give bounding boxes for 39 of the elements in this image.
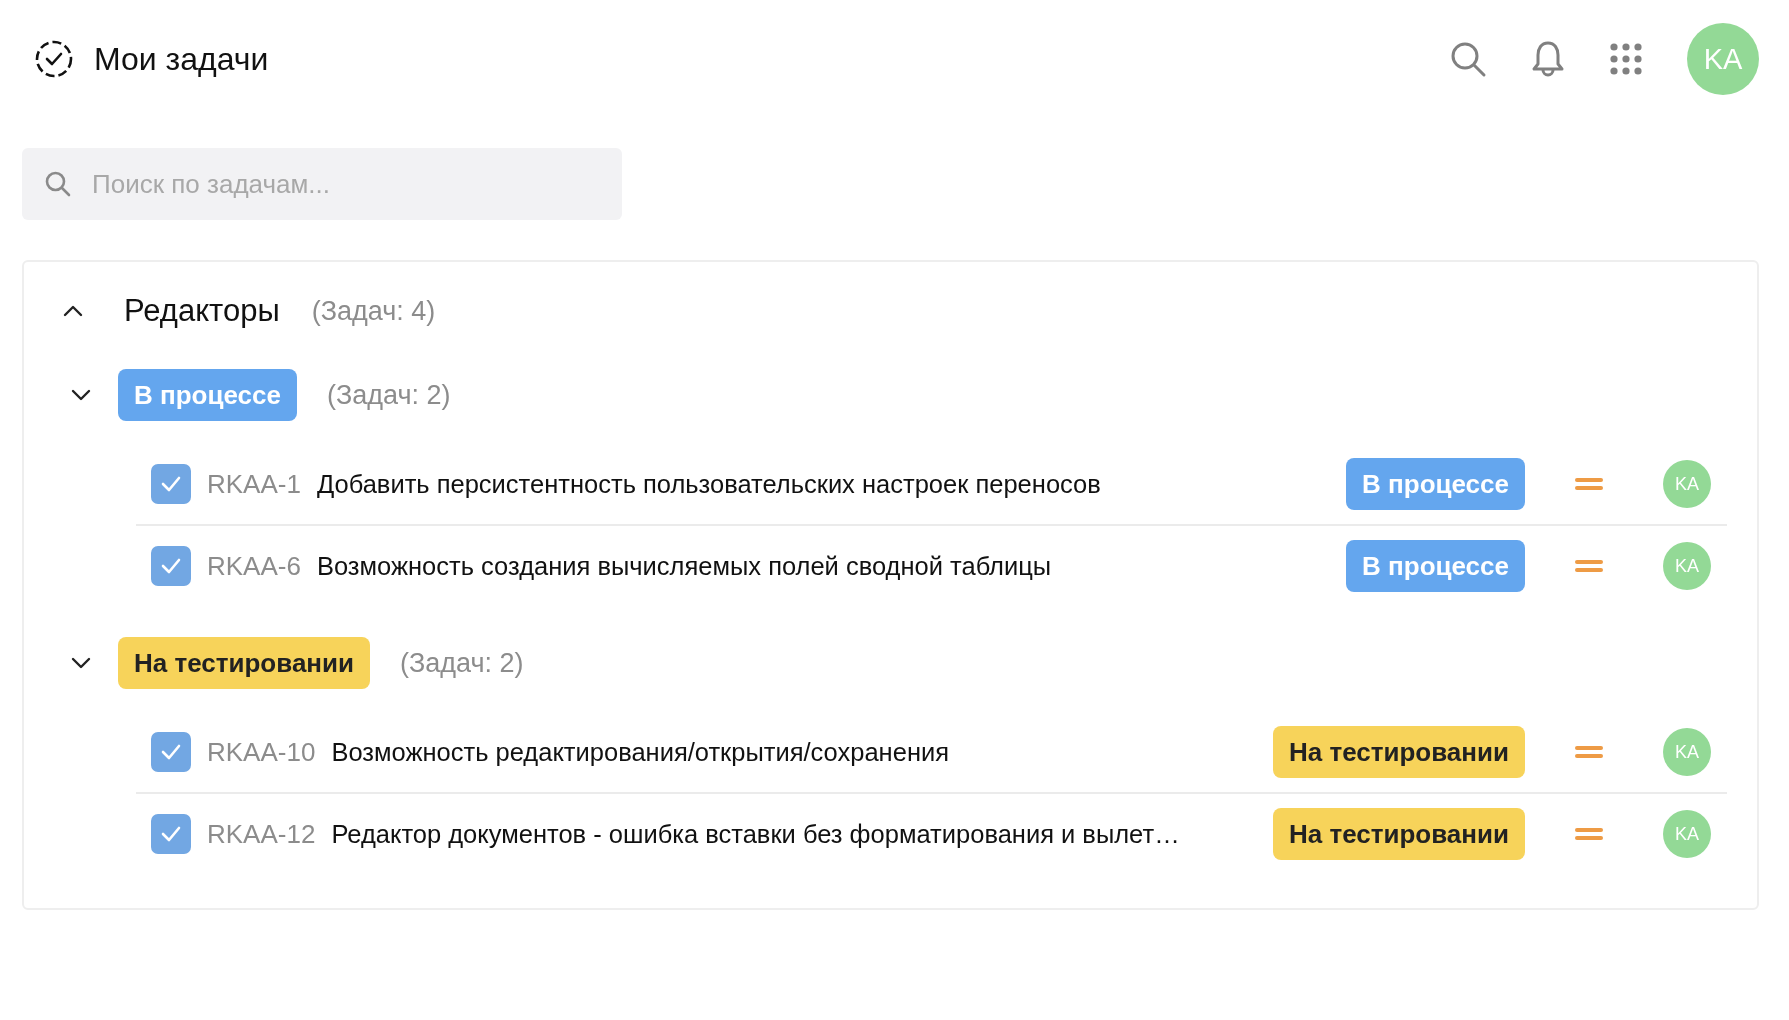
search-icon[interactable] xyxy=(1449,40,1487,78)
status-tag: В процессе xyxy=(118,369,297,421)
task-count: (Задач: 2) xyxy=(400,647,524,679)
status-tag: На тестировании xyxy=(118,637,371,689)
checkbox[interactable] xyxy=(151,546,191,586)
assignee-avatar: KA xyxy=(1663,728,1711,776)
project-name: Редакторы xyxy=(124,293,280,329)
task-title[interactable]: Добавить персистентность пользовательских настроек переносов xyxy=(316,469,1335,499)
chevron-icon[interactable] xyxy=(70,656,92,670)
task-count: (Задач: 4) xyxy=(311,295,436,327)
dashed-check-circle-icon xyxy=(34,39,74,79)
task-key: RKAA-6 xyxy=(207,550,301,582)
task-title[interactable]: Редактор документов - ошибка вставки без форматирования и вылет… xyxy=(331,819,1261,849)
page-title: Мои задачи xyxy=(94,40,269,78)
check-icon xyxy=(160,557,182,575)
check-icon xyxy=(160,825,182,843)
assignee-avatar: KA xyxy=(1663,542,1711,590)
task-key: RKAA-10 xyxy=(207,736,316,768)
chevron-icon[interactable] xyxy=(70,388,92,402)
chevron-icon[interactable] xyxy=(62,304,84,318)
assignee-avatar: KA xyxy=(1663,810,1711,858)
assignee-avatar: KA xyxy=(1663,460,1711,508)
checkbox[interactable] xyxy=(151,464,191,504)
task-count: (Задач: 2) xyxy=(326,379,451,411)
search-field[interactable]: Поиск по задачам... xyxy=(22,148,622,220)
task-title[interactable]: Возможность создания вычисляемых полей сводной таблицы xyxy=(316,551,1335,581)
status-tag: В процессе xyxy=(1346,540,1525,592)
status-tag: На тестировании xyxy=(1272,726,1525,778)
checkbox[interactable] xyxy=(151,814,191,854)
status-tag: На тестировании xyxy=(1272,808,1525,860)
task-key: RKAA-12 xyxy=(207,818,316,850)
task-key: RKAA-1 xyxy=(207,468,301,500)
checkbox[interactable] xyxy=(151,732,191,772)
check-icon xyxy=(160,743,182,761)
check-icon xyxy=(160,475,182,493)
task-title[interactable]: Возможность редактирования/открытия/сохранения xyxy=(331,737,1261,767)
status-tag: В процессе xyxy=(1346,458,1525,510)
apps-grid-icon[interactable] xyxy=(1609,42,1643,76)
bell-icon[interactable] xyxy=(1531,40,1565,78)
